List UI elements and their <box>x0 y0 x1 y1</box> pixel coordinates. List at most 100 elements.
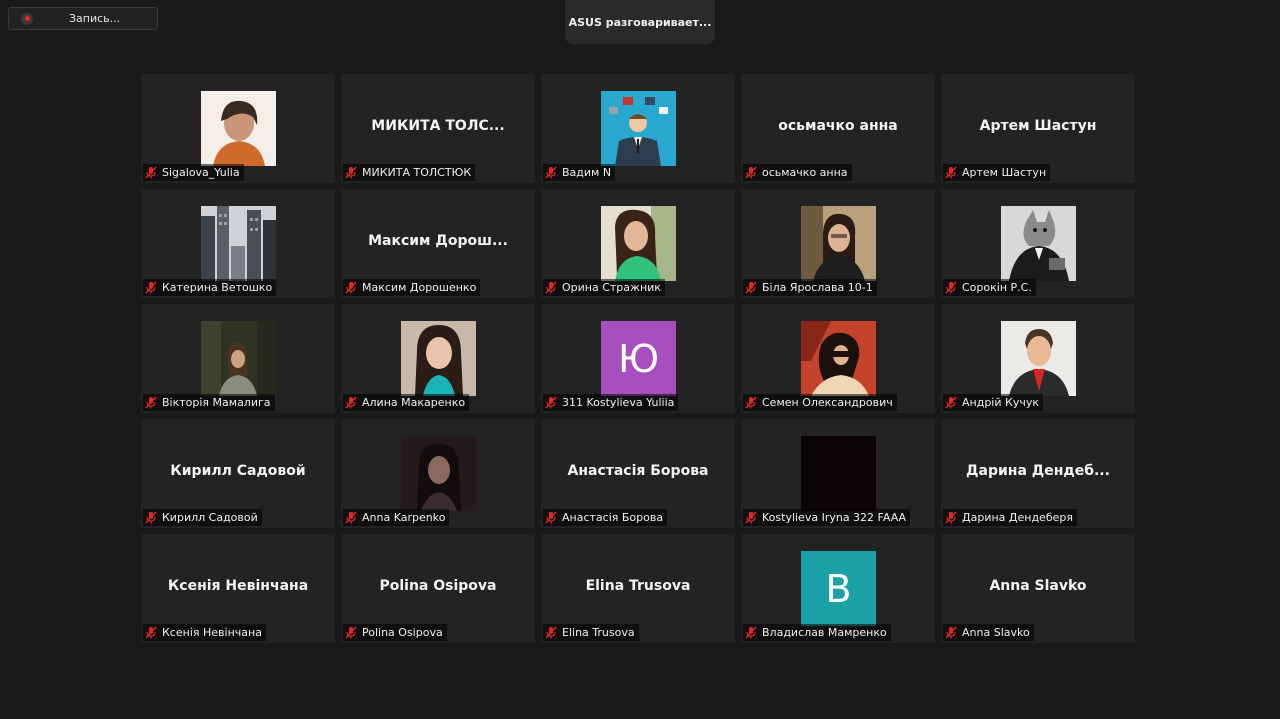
participant-tile[interactable]: МИКИТА ТОЛС... МИКИТА ТОЛСТЮК <box>341 74 535 183</box>
participant-name-tag: Максим Дорошенко <box>343 279 481 296</box>
participant-name: Elina Trusova <box>562 626 635 639</box>
participant-name: Anna Slavko <box>962 626 1030 639</box>
mic-muted-icon <box>545 396 557 409</box>
mic-muted-icon <box>745 626 757 639</box>
mic-muted-icon <box>945 396 957 409</box>
participant-display-name: Anna Slavko <box>989 578 1087 594</box>
participant-name: Артем Шастун <box>962 166 1047 179</box>
participant-tile[interactable]: Біла Ярослава 10-1 <box>741 189 935 298</box>
mic-muted-icon <box>945 281 957 294</box>
participant-tile[interactable]: Вікторія Мамалига <box>141 304 335 413</box>
participant-name: Катерина Ветошко <box>162 281 273 294</box>
participant-name-tag: Катерина Ветошко <box>143 279 277 296</box>
participant-name-tag: Ксенія Невінчана <box>143 624 266 641</box>
mic-muted-icon <box>145 511 157 524</box>
participant-gallery: Sigalova_Yulia МИКИТА ТОЛС... МИКИТА ТОЛ… <box>141 74 1135 643</box>
participant-tile[interactable]: Орина Стражник <box>541 189 735 298</box>
participant-name: Андрій Кучук <box>962 396 1039 409</box>
mic-muted-icon <box>345 281 357 294</box>
participant-name: Вадим N <box>562 166 612 179</box>
participant-display-name: Polina Osipova <box>379 578 497 594</box>
participant-letter-avatar: В <box>801 551 876 626</box>
participant-display-name: Максим Дорош... <box>368 233 508 249</box>
participant-name-tag: Андрій Кучук <box>943 394 1043 411</box>
participant-tile[interactable]: Вадим N <box>541 74 735 183</box>
participant-display-name: осьмачко анна <box>778 118 898 134</box>
participant-tile[interactable]: Ю 311 Kostylieva Yuliia <box>541 304 735 413</box>
mic-muted-icon <box>145 281 157 294</box>
mic-muted-icon <box>745 511 757 524</box>
recording-indicator[interactable]: Запись... <box>8 7 158 30</box>
participant-tile[interactable]: Катерина Ветошко <box>141 189 335 298</box>
mic-muted-icon <box>145 166 157 179</box>
participant-name: Ксенія Невінчана <box>162 626 262 639</box>
participant-tile[interactable]: Семен Олександрович <box>741 304 935 413</box>
mic-muted-icon <box>145 626 157 639</box>
participant-display-name: Ксенія Невінчана <box>167 578 309 594</box>
participant-name-tag: Вікторія Мамалига <box>143 394 275 411</box>
participant-photo <box>801 206 876 281</box>
recording-label: Запись... <box>69 12 121 25</box>
participant-tile[interactable]: Артем Шастун Артем Шастун <box>941 74 1135 183</box>
participant-photo <box>401 321 476 396</box>
participant-tile[interactable]: осьмачко анна осьмачко анна <box>741 74 935 183</box>
participant-name-tag: Орина Стражник <box>543 279 665 296</box>
participant-name: Біла Ярослава 10-1 <box>762 281 873 294</box>
participant-tile[interactable]: Anna Slavko Anna Slavko <box>941 534 1135 643</box>
participant-tile[interactable]: Anna Karpenko <box>341 419 535 528</box>
participant-name-tag: осьмачко анна <box>743 164 852 181</box>
participant-tile[interactable]: Анастасія Борова Анастасія Борова <box>541 419 735 528</box>
participant-tile[interactable]: В Владислав Мамренко <box>741 534 935 643</box>
participant-name-tag: 311 Kostylieva Yuliia <box>543 394 679 411</box>
active-speaker-indicator: ASUS разговаривает... <box>565 0 715 44</box>
participant-letter-avatar: Ю <box>601 321 676 396</box>
participant-name-tag: МИКИТА ТОЛСТЮК <box>343 164 476 181</box>
mic-muted-icon <box>345 396 357 409</box>
participant-name-tag: Біла Ярослава 10-1 <box>743 279 877 296</box>
participant-tile[interactable]: Дарина Дендеб... Дарина Дендеберя <box>941 419 1135 528</box>
participant-name: Семен Олександрович <box>762 396 893 409</box>
participant-name: Sigalova_Yulia <box>162 166 240 179</box>
participant-tile[interactable]: Андрій Кучук <box>941 304 1135 413</box>
participant-display-name: Артем Шастун <box>979 118 1097 134</box>
participant-tile[interactable]: Kostylieva Iryna 322 FAAA <box>741 419 935 528</box>
mic-muted-icon <box>745 396 757 409</box>
participant-tile[interactable]: Алина Макаренко <box>341 304 535 413</box>
meeting-window: Запись... ASUS разговаривает... Sigalova… <box>0 0 1280 719</box>
participant-name: Сорокін Р.С. <box>962 281 1032 294</box>
mic-muted-icon <box>545 166 557 179</box>
participant-photo <box>201 91 276 166</box>
participant-tile[interactable]: Сорокін Р.С. <box>941 189 1135 298</box>
participant-tile[interactable]: Sigalova_Yulia <box>141 74 335 183</box>
active-speaker-text: ASUS разговаривает... <box>568 15 712 29</box>
mic-muted-icon <box>945 511 957 524</box>
mic-muted-icon <box>345 626 357 639</box>
mic-muted-icon <box>945 166 957 179</box>
participant-name: 311 Kostylieva Yuliia <box>562 396 675 409</box>
participant-name-tag: Вадим N <box>543 164 616 181</box>
participant-tile[interactable]: Кирилл Садовой Кирилл Садовой <box>141 419 335 528</box>
participant-name-tag: Артем Шастун <box>943 164 1051 181</box>
participant-name-tag: Алина Макаренко <box>343 394 470 411</box>
mic-muted-icon <box>745 281 757 294</box>
participant-name: Вікторія Мамалига <box>162 396 271 409</box>
participant-name-tag: Дарина Дендеберя <box>943 509 1077 526</box>
participant-photo <box>801 321 876 396</box>
participant-name-tag: Семен Олександрович <box>743 394 897 411</box>
participant-photo <box>401 436 476 511</box>
participant-name: Алина Макаренко <box>362 396 466 409</box>
mic-muted-icon <box>945 626 957 639</box>
participant-display-name: Elina Trusova <box>585 578 691 594</box>
record-icon <box>21 12 33 25</box>
participant-display-name: МИКИТА ТОЛС... <box>371 118 505 134</box>
participant-name-tag: Polina Osipova <box>343 624 447 641</box>
mic-muted-icon <box>545 511 557 524</box>
participant-name-tag: Anna Karpenko <box>343 509 450 526</box>
participant-tile[interactable]: Ксенія Невінчана Ксенія Невінчана <box>141 534 335 643</box>
participant-tile[interactable]: Polina Osipova Polina Osipova <box>341 534 535 643</box>
participant-tile[interactable]: Максим Дорош... Максим Дорошенко <box>341 189 535 298</box>
participant-name-tag: Elina Trusova <box>543 624 639 641</box>
participant-name: Kostylieva Iryna 322 FAAA <box>762 511 907 524</box>
participant-name: Anna Karpenko <box>362 511 446 524</box>
participant-tile[interactable]: Elina Trusova Elina Trusova <box>541 534 735 643</box>
